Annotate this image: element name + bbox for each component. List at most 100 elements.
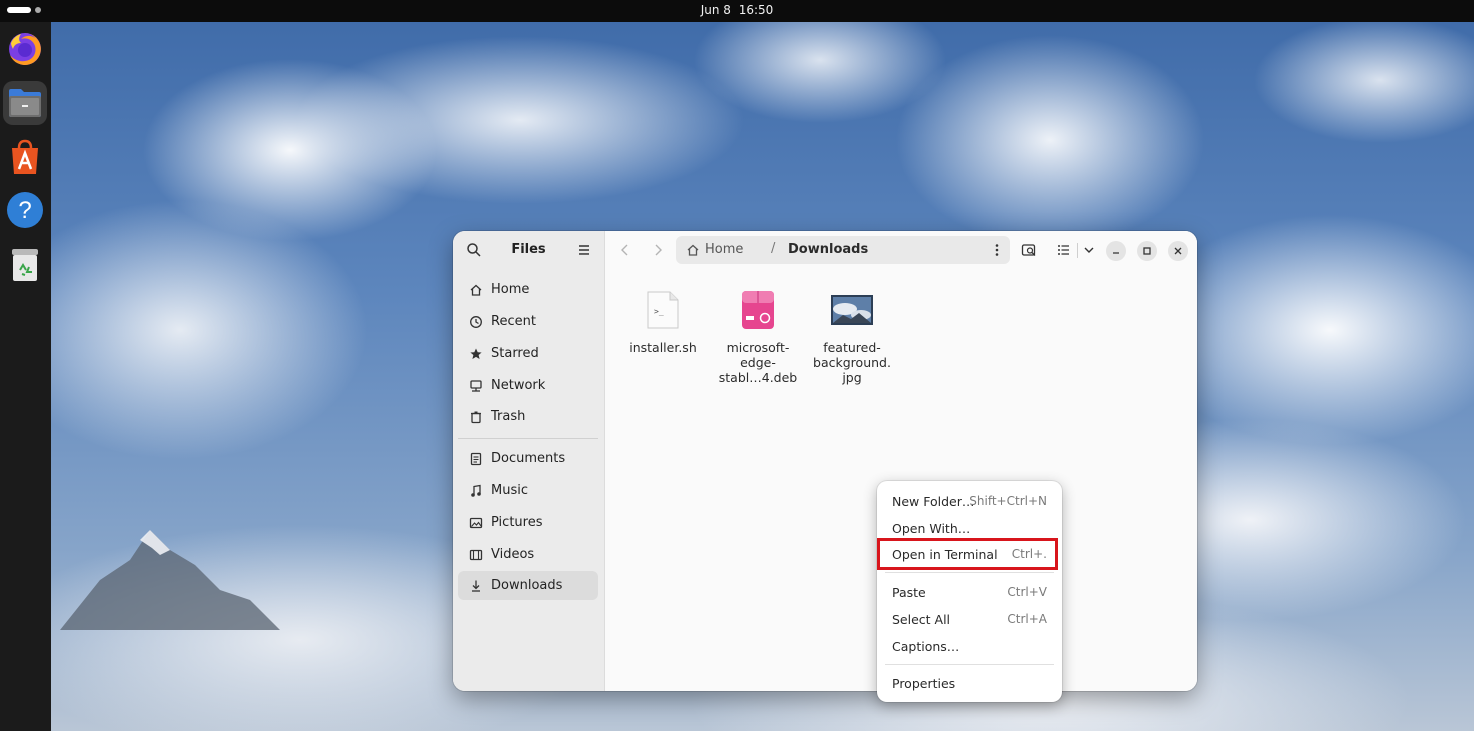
menu-item-open-with[interactable]: Open With… (877, 516, 1062, 540)
top-bar: Jun 8 16:50 (0, 0, 1474, 22)
sidebar-item-label: Documents (491, 451, 566, 466)
star-icon (469, 347, 483, 361)
breadcrumb-home-label: Home (705, 242, 744, 257)
dock-trash[interactable] (3, 242, 47, 286)
picture-icon (469, 516, 483, 530)
sidebar-item-music[interactable]: Music (458, 476, 598, 505)
music-icon (469, 484, 483, 498)
network-icon (469, 379, 483, 393)
files-icon (9, 89, 41, 117)
svg-text:?: ? (18, 197, 31, 224)
sidebar-item-label: Videos (491, 547, 535, 562)
menu-item-shortcut: Ctrl+A (1007, 612, 1047, 626)
breadcrumb-current[interactable]: Downloads (788, 242, 868, 257)
list-view-icon[interactable] (1056, 242, 1072, 258)
menu-item-select-all[interactable]: Select All Ctrl+A (877, 607, 1062, 631)
menu-item-shortcut: Shift+Ctrl+N (969, 494, 1047, 508)
sidebar-header: Files (453, 231, 604, 269)
trash-icon (469, 410, 483, 424)
sidebar-item-pictures[interactable]: Pictures (458, 508, 598, 537)
sidebar-item-home[interactable]: Home (458, 275, 598, 304)
maximize-icon (1143, 247, 1151, 255)
mountain-peak (60, 530, 280, 630)
video-icon (469, 548, 483, 562)
sidebar-item-label: Trash (491, 409, 526, 424)
menu-item-paste[interactable]: Paste Ctrl+V (877, 580, 1062, 604)
files-window: Files Home Recent Starred Network Trash … (453, 231, 1197, 691)
app-center-icon (12, 139, 38, 174)
search-location-icon[interactable] (1021, 242, 1037, 258)
clock-date: Jun 8 (700, 3, 731, 17)
clock-time: 16:50 (738, 3, 774, 17)
maximize-button[interactable] (1137, 241, 1157, 261)
menu-item-label: Captions… (892, 639, 960, 654)
script-file-icon: >_ (639, 286, 687, 334)
dock-app-center[interactable] (3, 135, 47, 179)
header-bar: Home / Downloads (605, 231, 1197, 269)
forward-button[interactable] (649, 241, 667, 259)
dock-help[interactable]: ? (3, 188, 47, 232)
sidebar-item-documents[interactable]: Documents (458, 444, 598, 473)
file-item-edge-deb[interactable]: microsoft- edge- stabl…4.deb (710, 286, 806, 385)
sidebar-item-starred[interactable]: Starred (458, 339, 598, 368)
hamburger-menu-icon[interactable] (576, 242, 592, 258)
home-icon (687, 244, 699, 256)
sidebar-item-label: Home (491, 282, 530, 297)
sidebar-item-downloads[interactable]: Downloads (458, 571, 598, 600)
file-name: installer.sh (629, 340, 697, 355)
menu-item-label: Open in Terminal (892, 547, 998, 562)
dock-firefox[interactable] (3, 27, 47, 71)
breadcrumb-separator: / (771, 241, 776, 256)
path-bar: Home / Downloads (676, 236, 1010, 264)
menu-item-label: New Folder… (892, 494, 975, 509)
chevron-down-icon[interactable] (1081, 242, 1097, 258)
menu-item-properties[interactable]: Properties (877, 671, 1062, 695)
deb-package-icon (734, 286, 782, 334)
more-options-icon[interactable] (994, 242, 1000, 258)
context-menu: New Folder… Shift+Ctrl+N Open With… Open… (877, 481, 1062, 702)
menu-separator (885, 664, 1054, 665)
home-icon (469, 283, 483, 297)
close-icon (1174, 247, 1182, 255)
sidebar-item-recent[interactable]: Recent (458, 307, 598, 336)
sidebar-item-label: Network (491, 378, 546, 393)
dock-files[interactable] (3, 81, 47, 125)
sidebar-item-label: Downloads (491, 578, 563, 593)
svg-text:>_: >_ (654, 307, 664, 316)
menu-item-open-in-terminal[interactable]: Open in Terminal Ctrl+. (877, 542, 1062, 566)
menu-item-label: Paste (892, 585, 926, 600)
download-icon (469, 579, 483, 593)
clock[interactable]: Jun 8 16:50 (0, 3, 1474, 17)
close-button[interactable] (1168, 241, 1188, 261)
menu-item-new-folder[interactable]: New Folder… Shift+Ctrl+N (877, 489, 1062, 513)
file-item-installer[interactable]: >_ installer.sh (615, 286, 711, 355)
trash-icon (12, 249, 38, 281)
menu-item-shortcut: Ctrl+. (1011, 547, 1047, 561)
sidebar-item-label: Recent (491, 314, 536, 329)
minimize-icon (1113, 252, 1119, 254)
sidebar-item-label: Music (491, 483, 528, 498)
help-icon: ? (7, 192, 43, 228)
dock: ? (0, 22, 51, 731)
sidebar-item-label: Pictures (491, 515, 543, 530)
chevron-left-icon (621, 244, 628, 256)
sidebar-item-network[interactable]: Network (458, 371, 598, 400)
sidebar-item-videos[interactable]: Videos (458, 540, 598, 569)
breadcrumb-home[interactable]: Home (686, 242, 743, 257)
sidebar-item-trash[interactable]: Trash (458, 402, 598, 431)
menu-item-label: Open With… (892, 521, 971, 536)
file-item-featured-background[interactable]: featured- background. jpg (804, 286, 900, 385)
view-divider (1077, 243, 1078, 258)
menu-item-captions[interactable]: Captions… (877, 634, 1062, 658)
document-icon (469, 452, 483, 466)
firefox-icon (9, 33, 41, 65)
menu-item-label: Select All (892, 612, 951, 627)
recent-icon (469, 315, 483, 329)
minimize-button[interactable] (1106, 241, 1126, 261)
back-button[interactable] (616, 241, 634, 259)
menu-separator (885, 572, 1054, 573)
sidebar-item-label: Starred (491, 346, 539, 361)
chevron-right-icon (655, 244, 662, 256)
image-thumbnail-icon (828, 286, 876, 334)
menu-item-label: Properties (892, 676, 956, 691)
